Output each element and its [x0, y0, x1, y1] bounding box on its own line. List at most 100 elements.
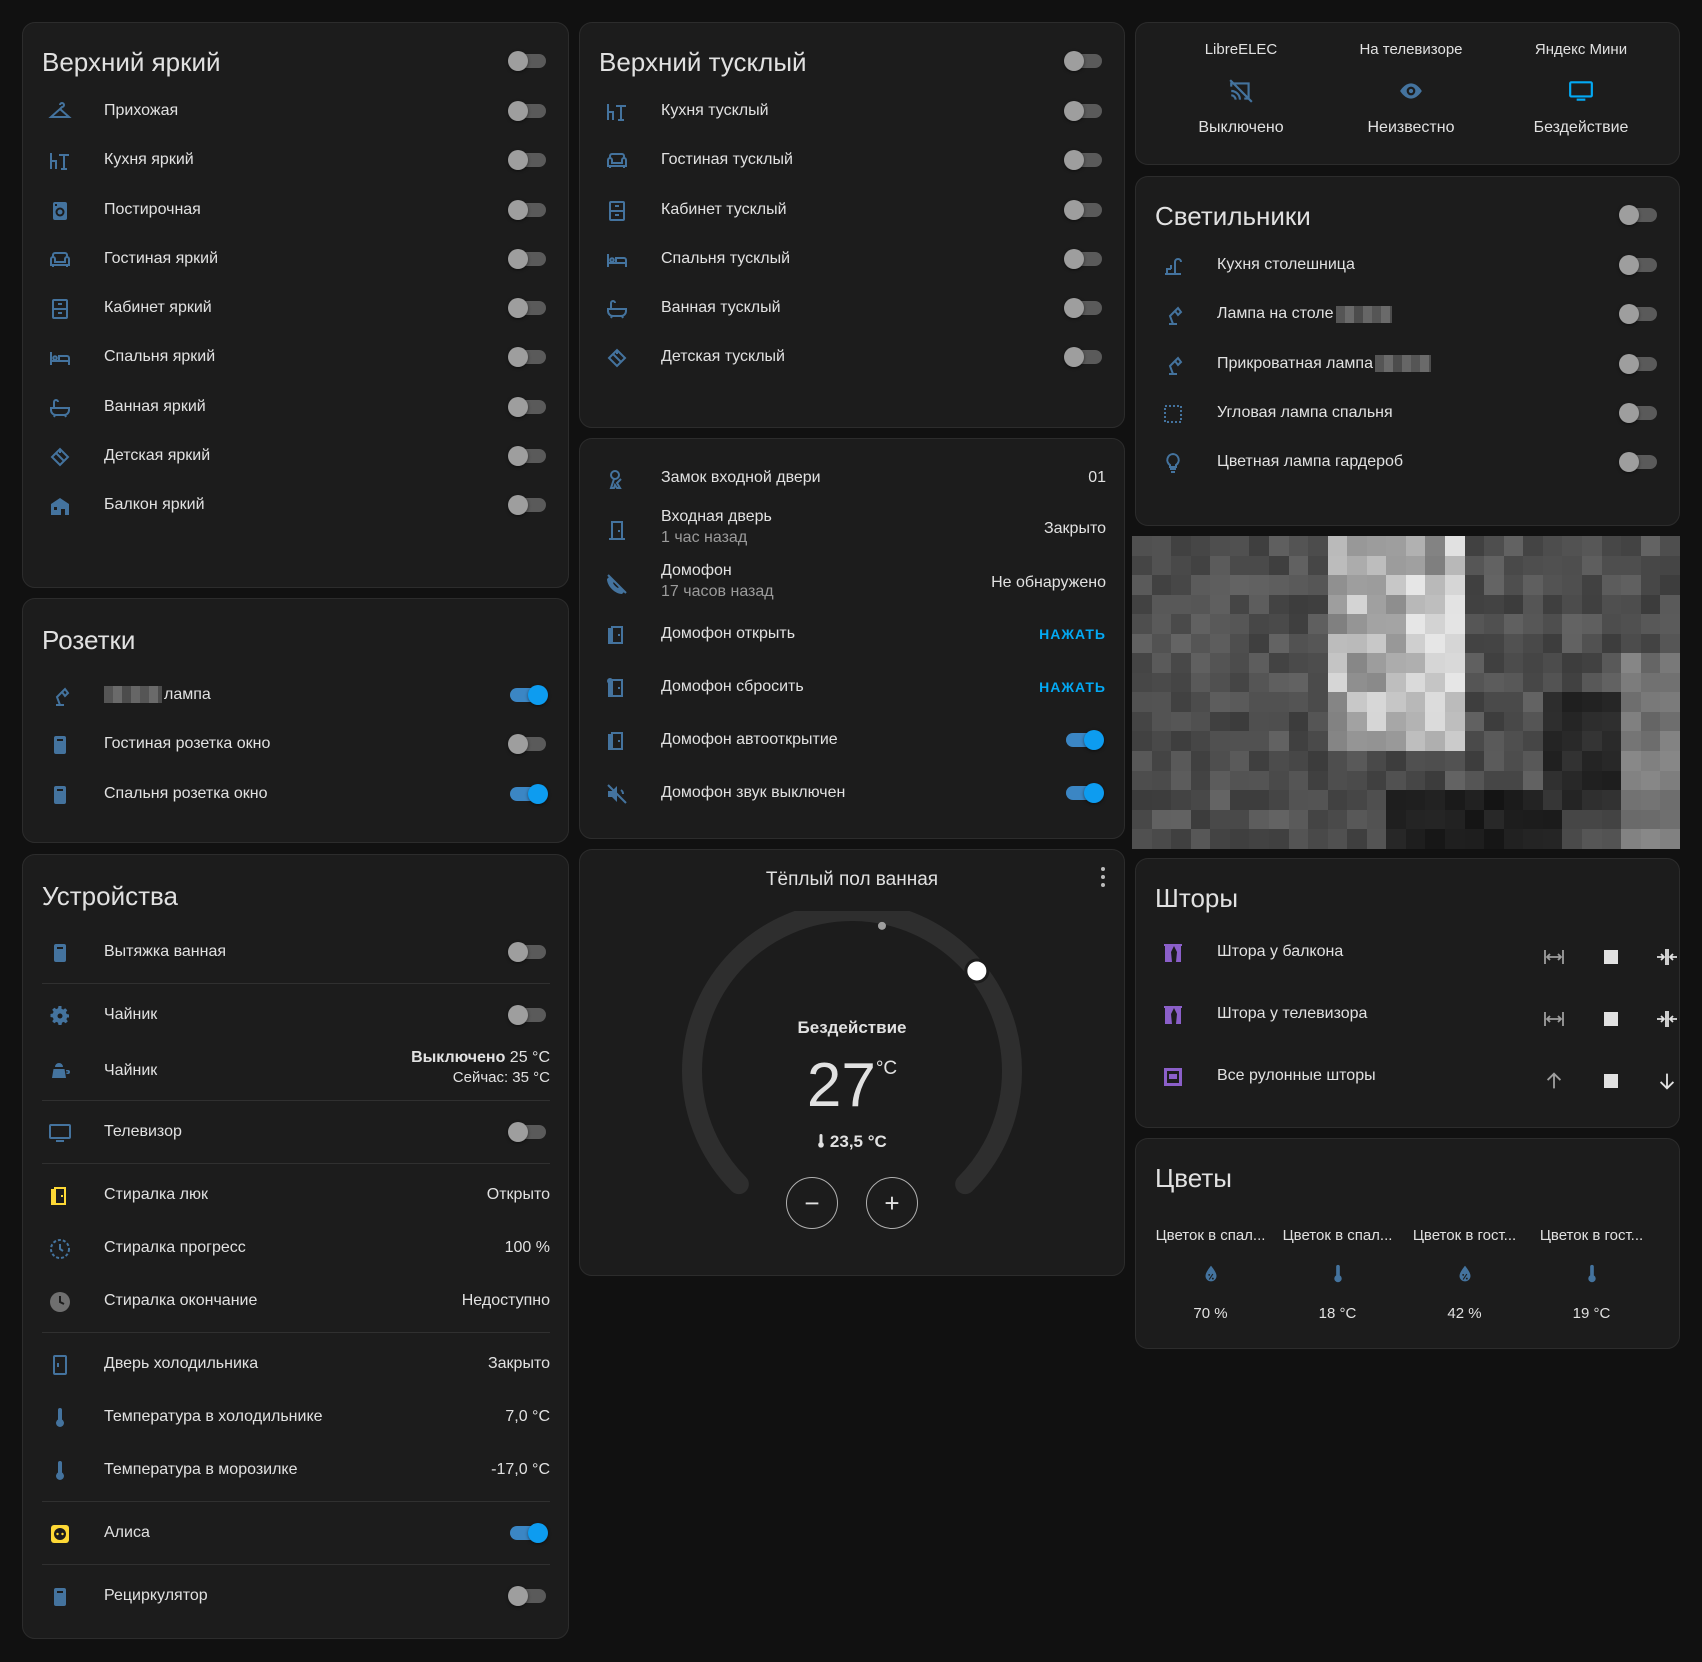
group-toggle[interactable]: [1064, 51, 1102, 71]
row-toggle[interactable]: [508, 396, 546, 417]
row-toggle[interactable]: [1619, 452, 1657, 472]
upper-dim-card: Верхний тусклый Кухня тусклый Гостиная ту…: [579, 22, 1125, 428]
card-title: Цветы: [1155, 1163, 1232, 1193]
target-temp-handle[interactable]: [964, 958, 990, 984]
socket-icon: [48, 783, 72, 807]
row-toggle[interactable]: [1619, 353, 1657, 374]
intercom-value: Не обнаружено: [991, 574, 1106, 591]
tv-toggle[interactable]: [508, 1122, 546, 1142]
stop-icon[interactable]: [1599, 1069, 1623, 1093]
row-toggle[interactable]: [508, 347, 546, 368]
row-toggle[interactable]: [508, 445, 546, 466]
toggle-row: Кабинет яркий: [23, 286, 568, 332]
card-title: Светильники: [1155, 201, 1311, 231]
target-unit: °C: [875, 1058, 898, 1079]
toggle-row: Детская яркий: [23, 434, 568, 480]
hood-toggle[interactable]: [508, 942, 546, 962]
recirculator-toggle[interactable]: [508, 1586, 546, 1606]
row-label: Спальня розетка окно: [104, 784, 268, 802]
stop-icon[interactable]: [1599, 1007, 1623, 1031]
row-toggle[interactable]: [508, 495, 546, 515]
washer-door-label: Стиралка люк: [104, 1186, 208, 1203]
intercom-label: Домофон: [661, 562, 732, 579]
desk-lamp-icon: [1161, 303, 1185, 327]
row-toggle[interactable]: [1064, 150, 1102, 171]
row-toggle[interactable]: [510, 783, 548, 804]
thermostat-title: Тёплый пол ванная: [765, 869, 939, 890]
divider: [42, 1564, 550, 1565]
arrow-up-icon[interactable]: [1542, 1069, 1566, 1093]
curtain-close-icon[interactable]: [1655, 1007, 1679, 1031]
increase-button[interactable]: +: [866, 1177, 918, 1229]
row-toggle[interactable]: [1064, 298, 1102, 318]
stop-icon[interactable]: [1599, 945, 1623, 969]
row-toggle[interactable]: [510, 685, 548, 705]
row-label: Детская тусклый: [661, 348, 785, 366]
row-toggle[interactable]: [508, 734, 546, 755]
washer-door-row: Стиралка люк Открыто: [23, 1173, 568, 1219]
lock-label: Замок входной двери: [661, 469, 821, 486]
curtains-icon: [1161, 1003, 1185, 1027]
volume-off-icon: [605, 782, 629, 806]
row-toggle[interactable]: [508, 248, 546, 269]
kettle-climate-row[interactable]: Чайник Выключено 25 °C Сейчас: 35 °C: [23, 1047, 568, 1097]
curtains-card: Шторы Штора у балкона Штора у телевизора В…: [1135, 858, 1680, 1128]
plant-name: Цветок в гост...: [1412, 1227, 1517, 1244]
row-toggle[interactable]: [1619, 255, 1657, 275]
intercom-auto-toggle[interactable]: [1066, 730, 1104, 750]
thermometer-icon: [48, 1459, 72, 1483]
curtain-open-icon[interactable]: [1542, 945, 1566, 969]
row-toggle[interactable]: [508, 150, 546, 171]
row-toggle[interactable]: [508, 298, 546, 318]
toggle-row: Ванная тусклый: [580, 286, 1124, 332]
monitor-icon: [1496, 78, 1666, 104]
row-label: Кухня тусклый: [661, 102, 769, 119]
alice-toggle[interactable]: [510, 1523, 548, 1543]
intercom-open-button[interactable]: НАЖАТЬ: [1039, 626, 1106, 642]
eye-icon: [1326, 78, 1496, 104]
row-toggle[interactable]: [1064, 248, 1102, 269]
row-toggle[interactable]: [1064, 101, 1102, 121]
row-toggle[interactable]: [508, 101, 546, 121]
front-door-secondary: 1 час назад: [661, 529, 748, 546]
row-toggle[interactable]: [1619, 304, 1657, 325]
lightbulb-icon: [1161, 451, 1185, 475]
more-menu-icon[interactable]: [1100, 867, 1106, 887]
curtain-open-icon[interactable]: [1542, 1007, 1566, 1031]
row-toggle[interactable]: [508, 199, 546, 220]
row-label: Ванная яркий: [104, 397, 206, 415]
balcony-icon: [48, 494, 72, 518]
arrow-down-icon[interactable]: [1655, 1069, 1679, 1093]
row-toggle[interactable]: [1064, 199, 1102, 220]
group-toggle[interactable]: [508, 51, 546, 71]
clock-icon: [48, 1290, 72, 1314]
row-toggle[interactable]: [1619, 402, 1657, 423]
plants-card: Цветы Цветок в спал... 70 % Цветок в спа…: [1135, 1138, 1680, 1349]
camera-snapshot[interactable]: [1132, 536, 1680, 849]
decrease-button[interactable]: −: [786, 1177, 838, 1229]
door-open-icon: [605, 729, 629, 753]
row-label: Кабинет яркий: [104, 299, 212, 316]
curtain-close-icon[interactable]: [1655, 945, 1679, 969]
recirculator-row: Рециркулятор: [23, 1574, 568, 1620]
toggle-row: Гостиная тусклый: [580, 138, 1124, 184]
fridge-door-icon: [48, 1353, 72, 1377]
row-toggle[interactable]: [1064, 347, 1102, 368]
group-toggle[interactable]: [1619, 205, 1657, 225]
toggle-row: Постирочная: [23, 188, 568, 234]
toggle-row: Прихожая: [23, 89, 568, 135]
washer-progress-value: 100 %: [504, 1239, 550, 1256]
socket-icon: [48, 733, 72, 757]
kettle-switch-row: Чайник: [23, 993, 568, 1039]
lock-row[interactable]: Замок входной двери 01: [580, 456, 1124, 502]
kettle-climate-state: Выключено 25 °C: [411, 1049, 550, 1067]
fridge-temp-label: Температура в холодильнике: [104, 1408, 323, 1425]
divider: [42, 983, 550, 984]
intercom-mute-toggle[interactable]: [1066, 783, 1104, 803]
intercom-reset-button[interactable]: НАЖАТЬ: [1039, 679, 1106, 695]
washer-progress-label: Стиралка прогресс: [104, 1239, 246, 1256]
intercom-row: Домофон 17 часов назад Не обнаружено: [580, 559, 1124, 609]
toggle-row: Лампа на столе: [1136, 292, 1679, 338]
kettle-toggle[interactable]: [508, 1005, 546, 1025]
tv-row: Телевизор: [23, 1110, 568, 1156]
